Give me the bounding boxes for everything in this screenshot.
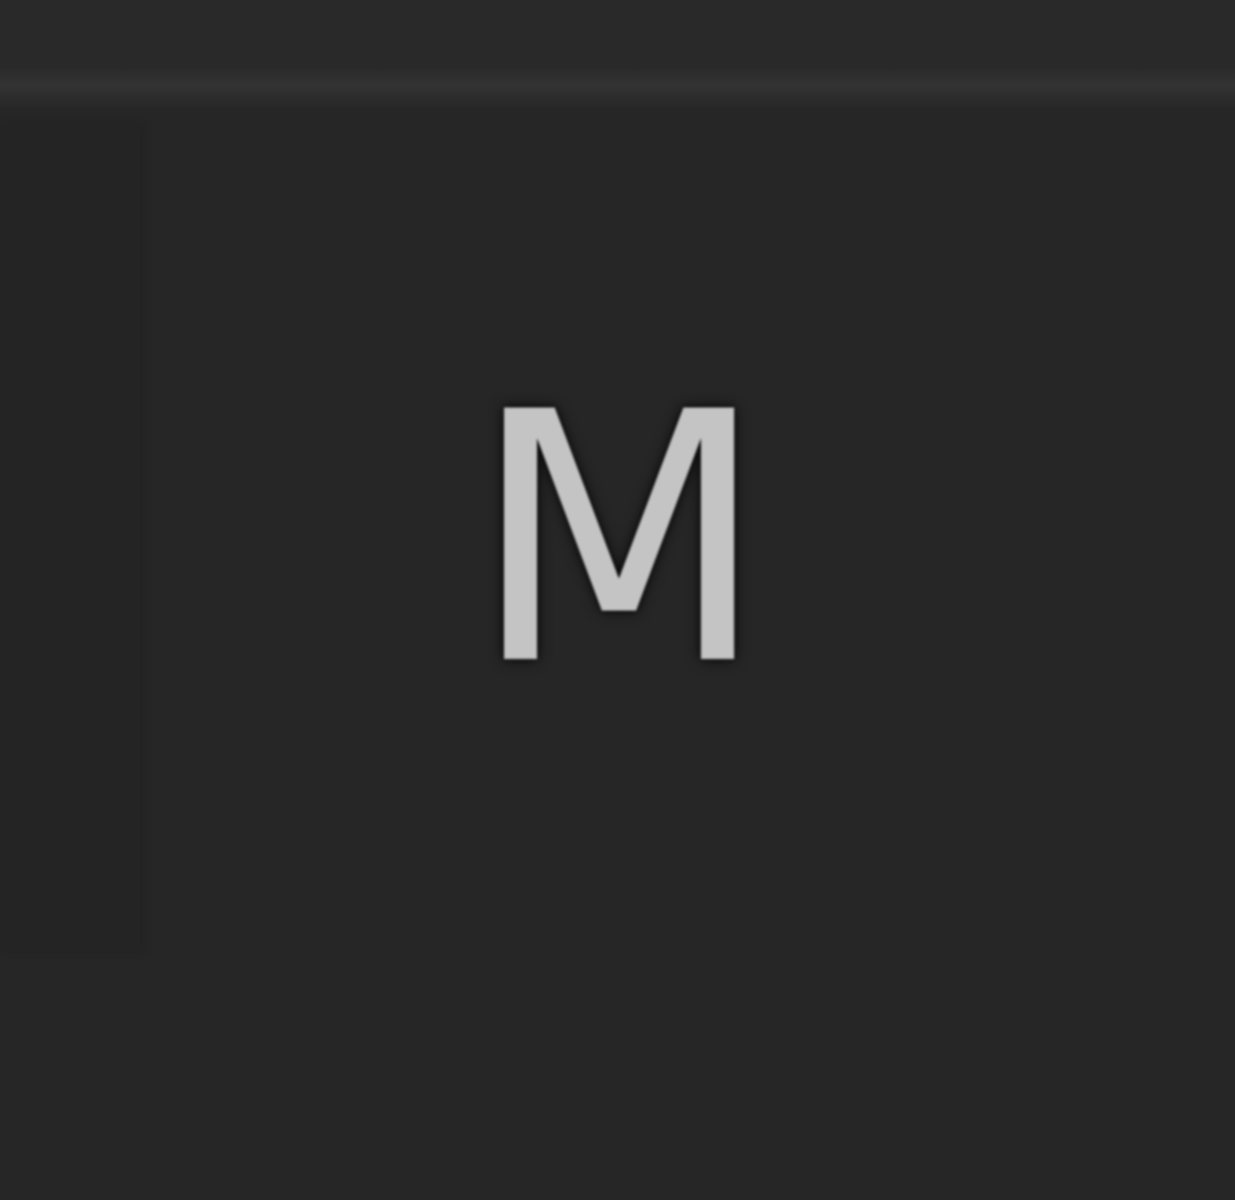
side-panel bbox=[0, 125, 140, 950]
toolbar-divider bbox=[0, 68, 1235, 108]
app-window: M bbox=[0, 0, 1235, 1200]
m-letter-icon: M bbox=[470, 339, 768, 741]
top-toolbar bbox=[0, 0, 1235, 68]
